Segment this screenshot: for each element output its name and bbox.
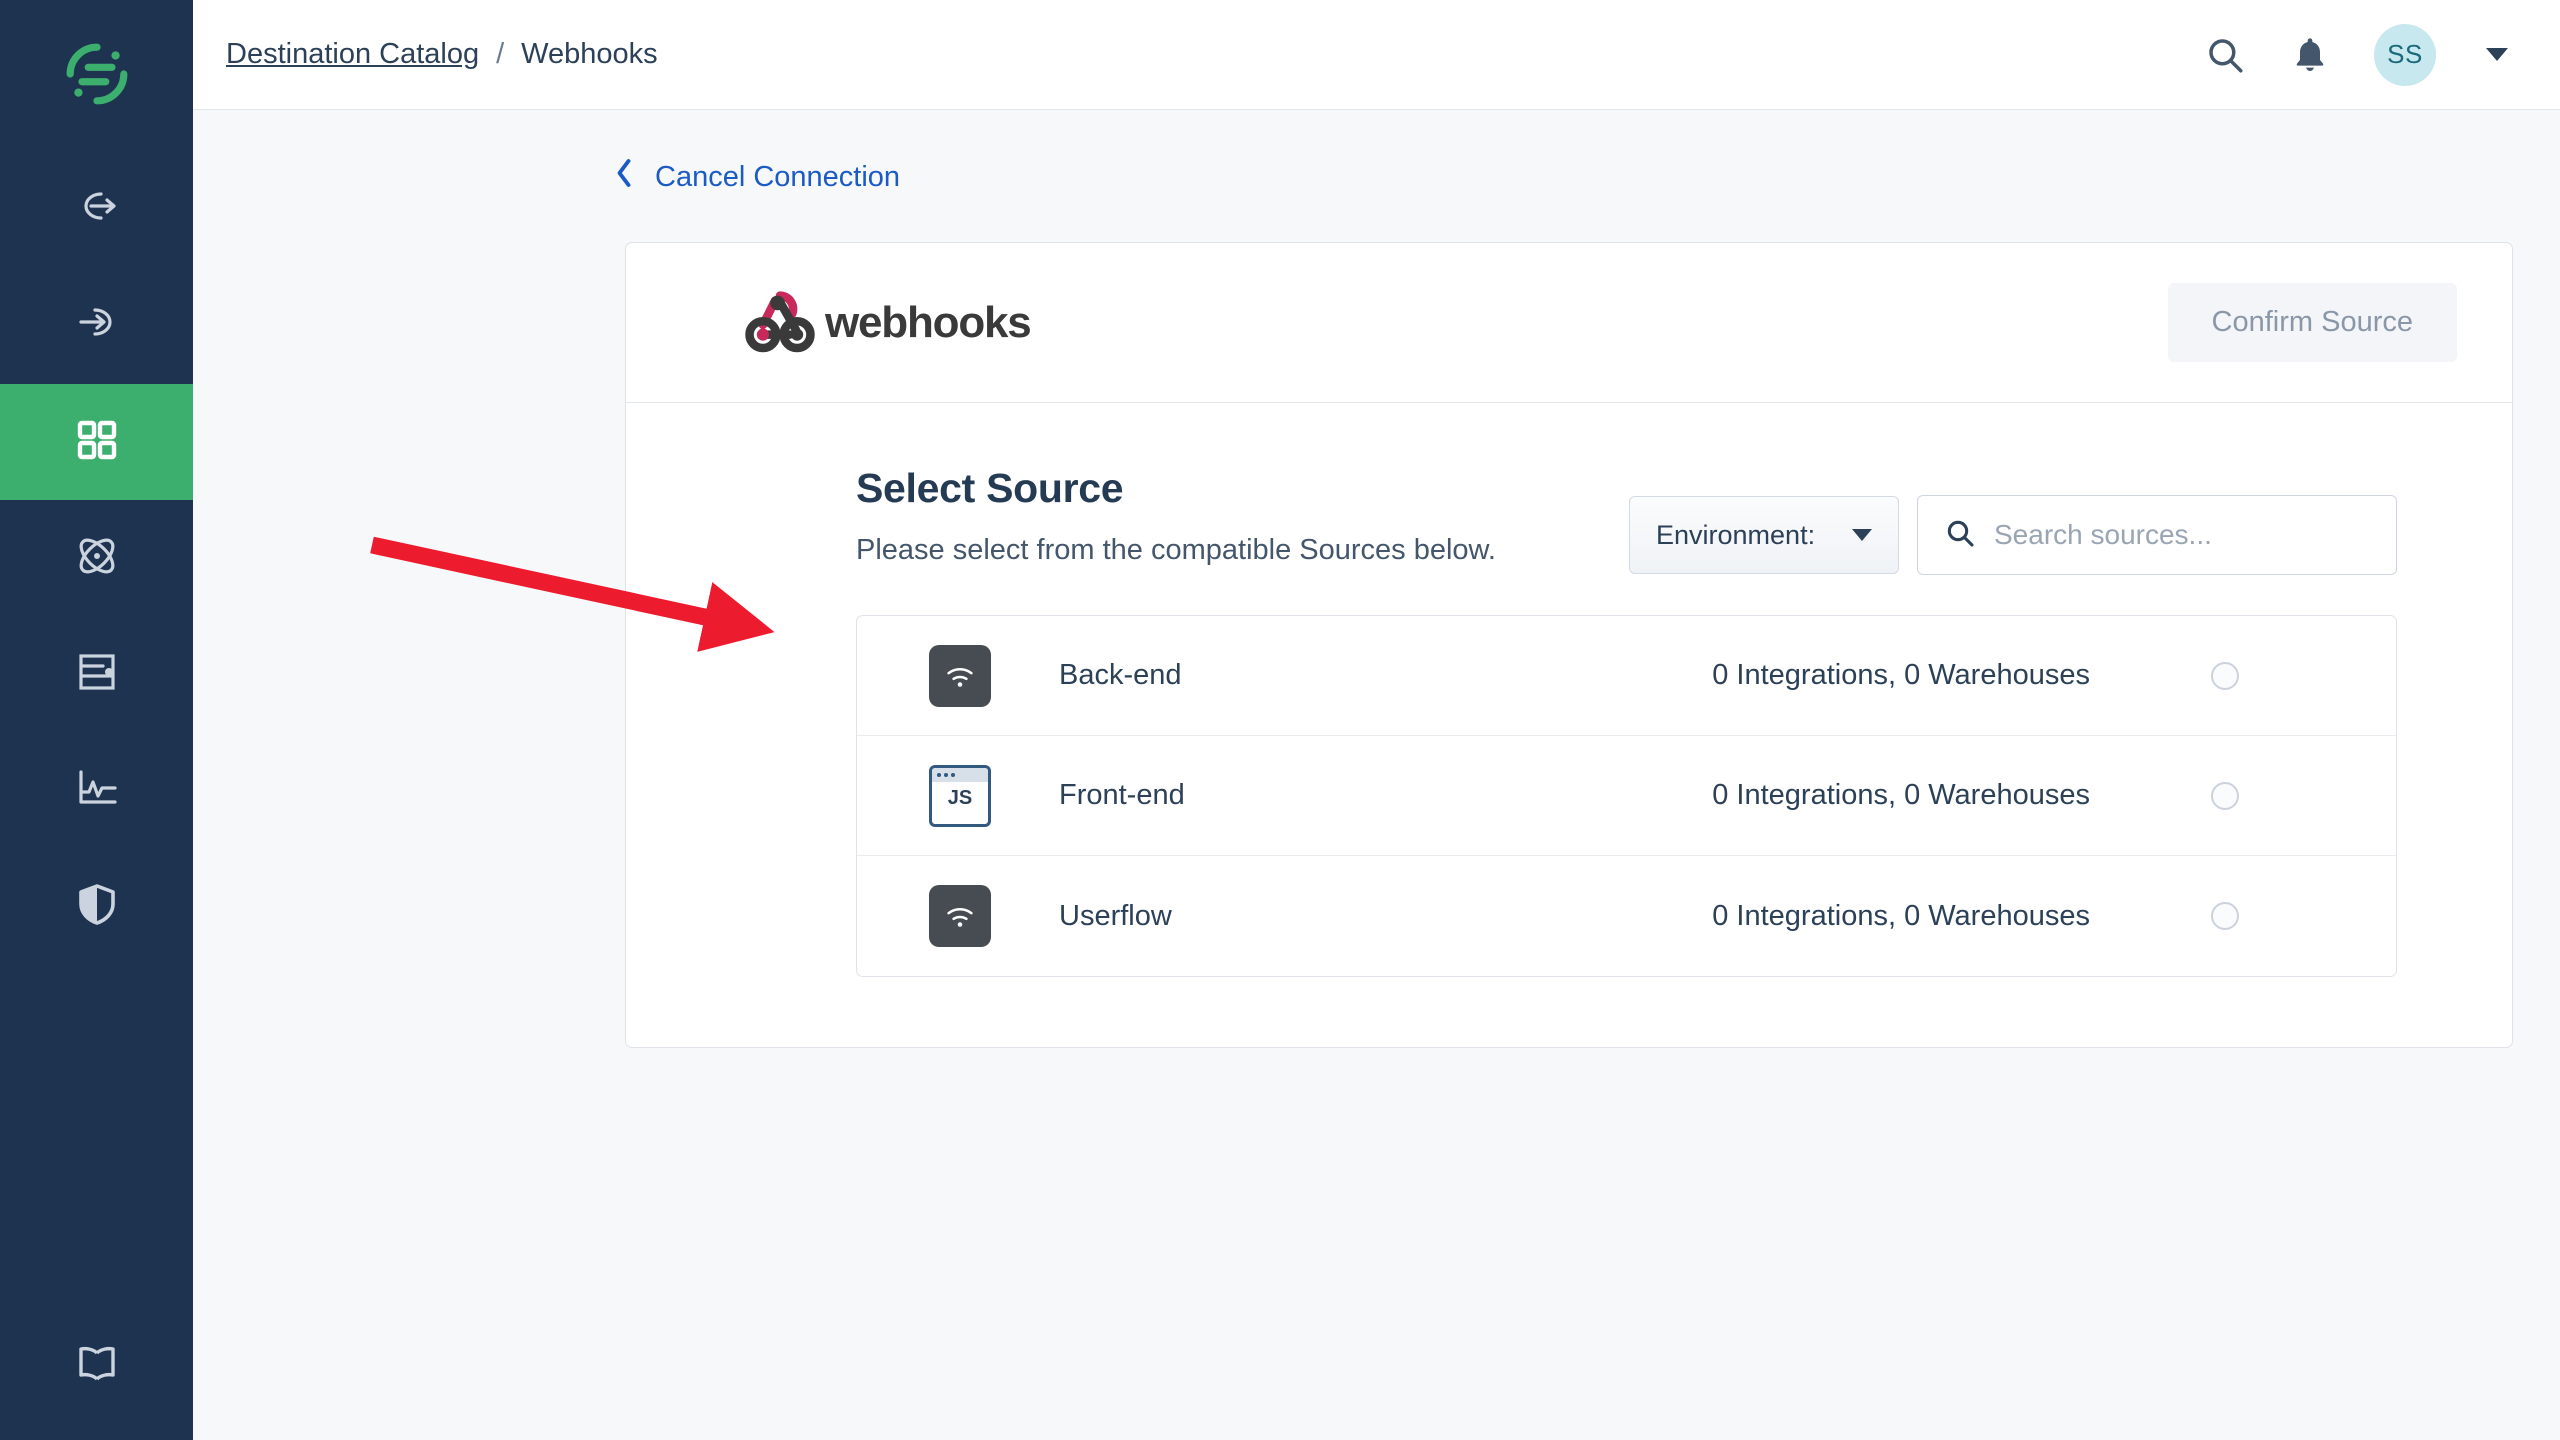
sidebar-item-protocols[interactable] bbox=[0, 616, 193, 732]
search-icon bbox=[1944, 517, 1976, 554]
app-root: Destination Catalog / Webhooks SS Cancel… bbox=[0, 0, 2560, 1440]
source-radio-cell bbox=[2090, 781, 2360, 810]
select-source-text: Select Source Please select from the com… bbox=[856, 465, 1496, 567]
table-row[interactable]: Userflow 0 Integrations, 0 Warehouses bbox=[857, 856, 2396, 976]
brand-logo[interactable] bbox=[0, 0, 193, 152]
segment-logo-icon bbox=[64, 41, 130, 112]
book-icon bbox=[73, 1339, 121, 1392]
table-row[interactable]: JS Front-end 0 Integrations, 0 Warehouse… bbox=[857, 736, 2396, 856]
breadcrumb-link-destination-catalog[interactable]: Destination Catalog bbox=[226, 38, 479, 71]
browser-titlebar bbox=[932, 767, 988, 782]
environment-dropdown[interactable]: Environment: bbox=[1629, 496, 1899, 574]
source-name: Front-end bbox=[1059, 779, 1185, 811]
cancel-connection-label: Cancel Connection bbox=[655, 160, 901, 193]
source-icon-frontend: JS bbox=[929, 764, 991, 827]
source-icon-userflow bbox=[929, 885, 991, 947]
avatar[interactable]: SS bbox=[2374, 23, 2436, 86]
arrow-in-circle-icon bbox=[73, 300, 121, 353]
chevron-down-icon[interactable] bbox=[2486, 48, 2508, 61]
environment-dropdown-label: Environment: bbox=[1656, 519, 1816, 550]
grid-squares-icon bbox=[73, 416, 121, 469]
sidebar-item-destinations[interactable] bbox=[0, 268, 193, 384]
protocols-panel-icon bbox=[73, 648, 121, 701]
main-sidebar bbox=[0, 0, 193, 1440]
source-name: Userflow bbox=[1059, 899, 1172, 932]
bell-icon[interactable] bbox=[2290, 35, 2330, 75]
cancel-connection-link[interactable]: Cancel Connection bbox=[613, 158, 900, 196]
sidebar-item-connections[interactable] bbox=[0, 500, 193, 616]
top-bar-actions: SS bbox=[2204, 23, 2508, 86]
table-row[interactable]: Back-end 0 Integrations, 0 Warehouses bbox=[857, 616, 2396, 736]
source-meta: 0 Integrations, 0 Warehouses bbox=[1712, 899, 2090, 932]
webhooks-brand: webhooks bbox=[741, 281, 1032, 364]
search-input[interactable] bbox=[1994, 519, 2370, 551]
arrow-out-circle-icon bbox=[73, 184, 121, 237]
search-icon[interactable] bbox=[2204, 34, 2246, 76]
confirm-source-button[interactable]: Confirm Source bbox=[2167, 283, 2457, 362]
webhooks-logo-icon bbox=[741, 281, 819, 364]
wifi-signal-icon bbox=[929, 885, 991, 947]
search-sources-box[interactable] bbox=[1917, 495, 2397, 575]
atom-icon bbox=[73, 532, 121, 585]
radio-button[interactable] bbox=[2211, 781, 2239, 810]
page-subtitle: Please select from the compatible Source… bbox=[856, 534, 1496, 566]
cancel-connection-row: Cancel Connection bbox=[193, 110, 2560, 196]
browser-dot bbox=[944, 772, 948, 777]
sidebar-item-analytics[interactable] bbox=[0, 732, 193, 848]
card-header: webhooks Confirm Source bbox=[626, 243, 2512, 403]
js-browser-icon: JS bbox=[929, 764, 991, 827]
sidebar-item-privacy[interactable] bbox=[0, 848, 193, 964]
breadcrumb-current-webhooks: Webhooks bbox=[521, 38, 658, 70]
source-icon-backend bbox=[929, 644, 991, 707]
sidebar-item-catalog[interactable] bbox=[0, 384, 193, 500]
radio-button[interactable] bbox=[2211, 661, 2239, 690]
webhooks-wordmark: webhooks bbox=[825, 297, 1032, 347]
top-bar: Destination Catalog / Webhooks SS bbox=[193, 0, 2560, 110]
source-filter-controls: Environment: bbox=[1629, 465, 2397, 575]
wifi-signal-icon bbox=[929, 644, 991, 707]
sidebar-item-docs[interactable] bbox=[0, 1290, 193, 1440]
chevron-left-icon bbox=[613, 158, 635, 196]
source-radio-cell bbox=[2090, 902, 2360, 930]
main-column: Destination Catalog / Webhooks SS Cancel… bbox=[193, 0, 2560, 1440]
source-name: Back-end bbox=[1059, 659, 1182, 691]
radio-button[interactable] bbox=[2211, 902, 2239, 930]
source-list: Back-end 0 Integrations, 0 Warehouses JS… bbox=[856, 615, 2397, 977]
line-chart-icon bbox=[73, 764, 121, 817]
source-meta: 0 Integrations, 0 Warehouses bbox=[1712, 659, 2090, 691]
connection-card: webhooks Confirm Source Select Source Pl… bbox=[625, 242, 2513, 1048]
source-meta: 0 Integrations, 0 Warehouses bbox=[1712, 779, 2090, 811]
js-label: JS bbox=[947, 786, 973, 809]
sidebar-item-sources[interactable] bbox=[0, 152, 193, 268]
breadcrumb-separator: / bbox=[496, 38, 505, 70]
source-radio-cell bbox=[2090, 661, 2360, 690]
avatar-initials: SS bbox=[2387, 39, 2423, 69]
page-content: Cancel Connection webhooks Confirm Sourc… bbox=[193, 110, 2560, 1440]
browser-dot bbox=[951, 772, 955, 777]
select-source-header: Select Source Please select from the com… bbox=[626, 465, 2512, 575]
breadcrumb: Destination Catalog / Webhooks bbox=[226, 38, 658, 71]
browser-dot bbox=[937, 772, 941, 777]
shield-icon bbox=[73, 880, 121, 933]
chevron-down-icon bbox=[1852, 529, 1872, 541]
page-title: Select Source bbox=[856, 465, 1124, 511]
card-body: Select Source Please select from the com… bbox=[626, 403, 2512, 1047]
